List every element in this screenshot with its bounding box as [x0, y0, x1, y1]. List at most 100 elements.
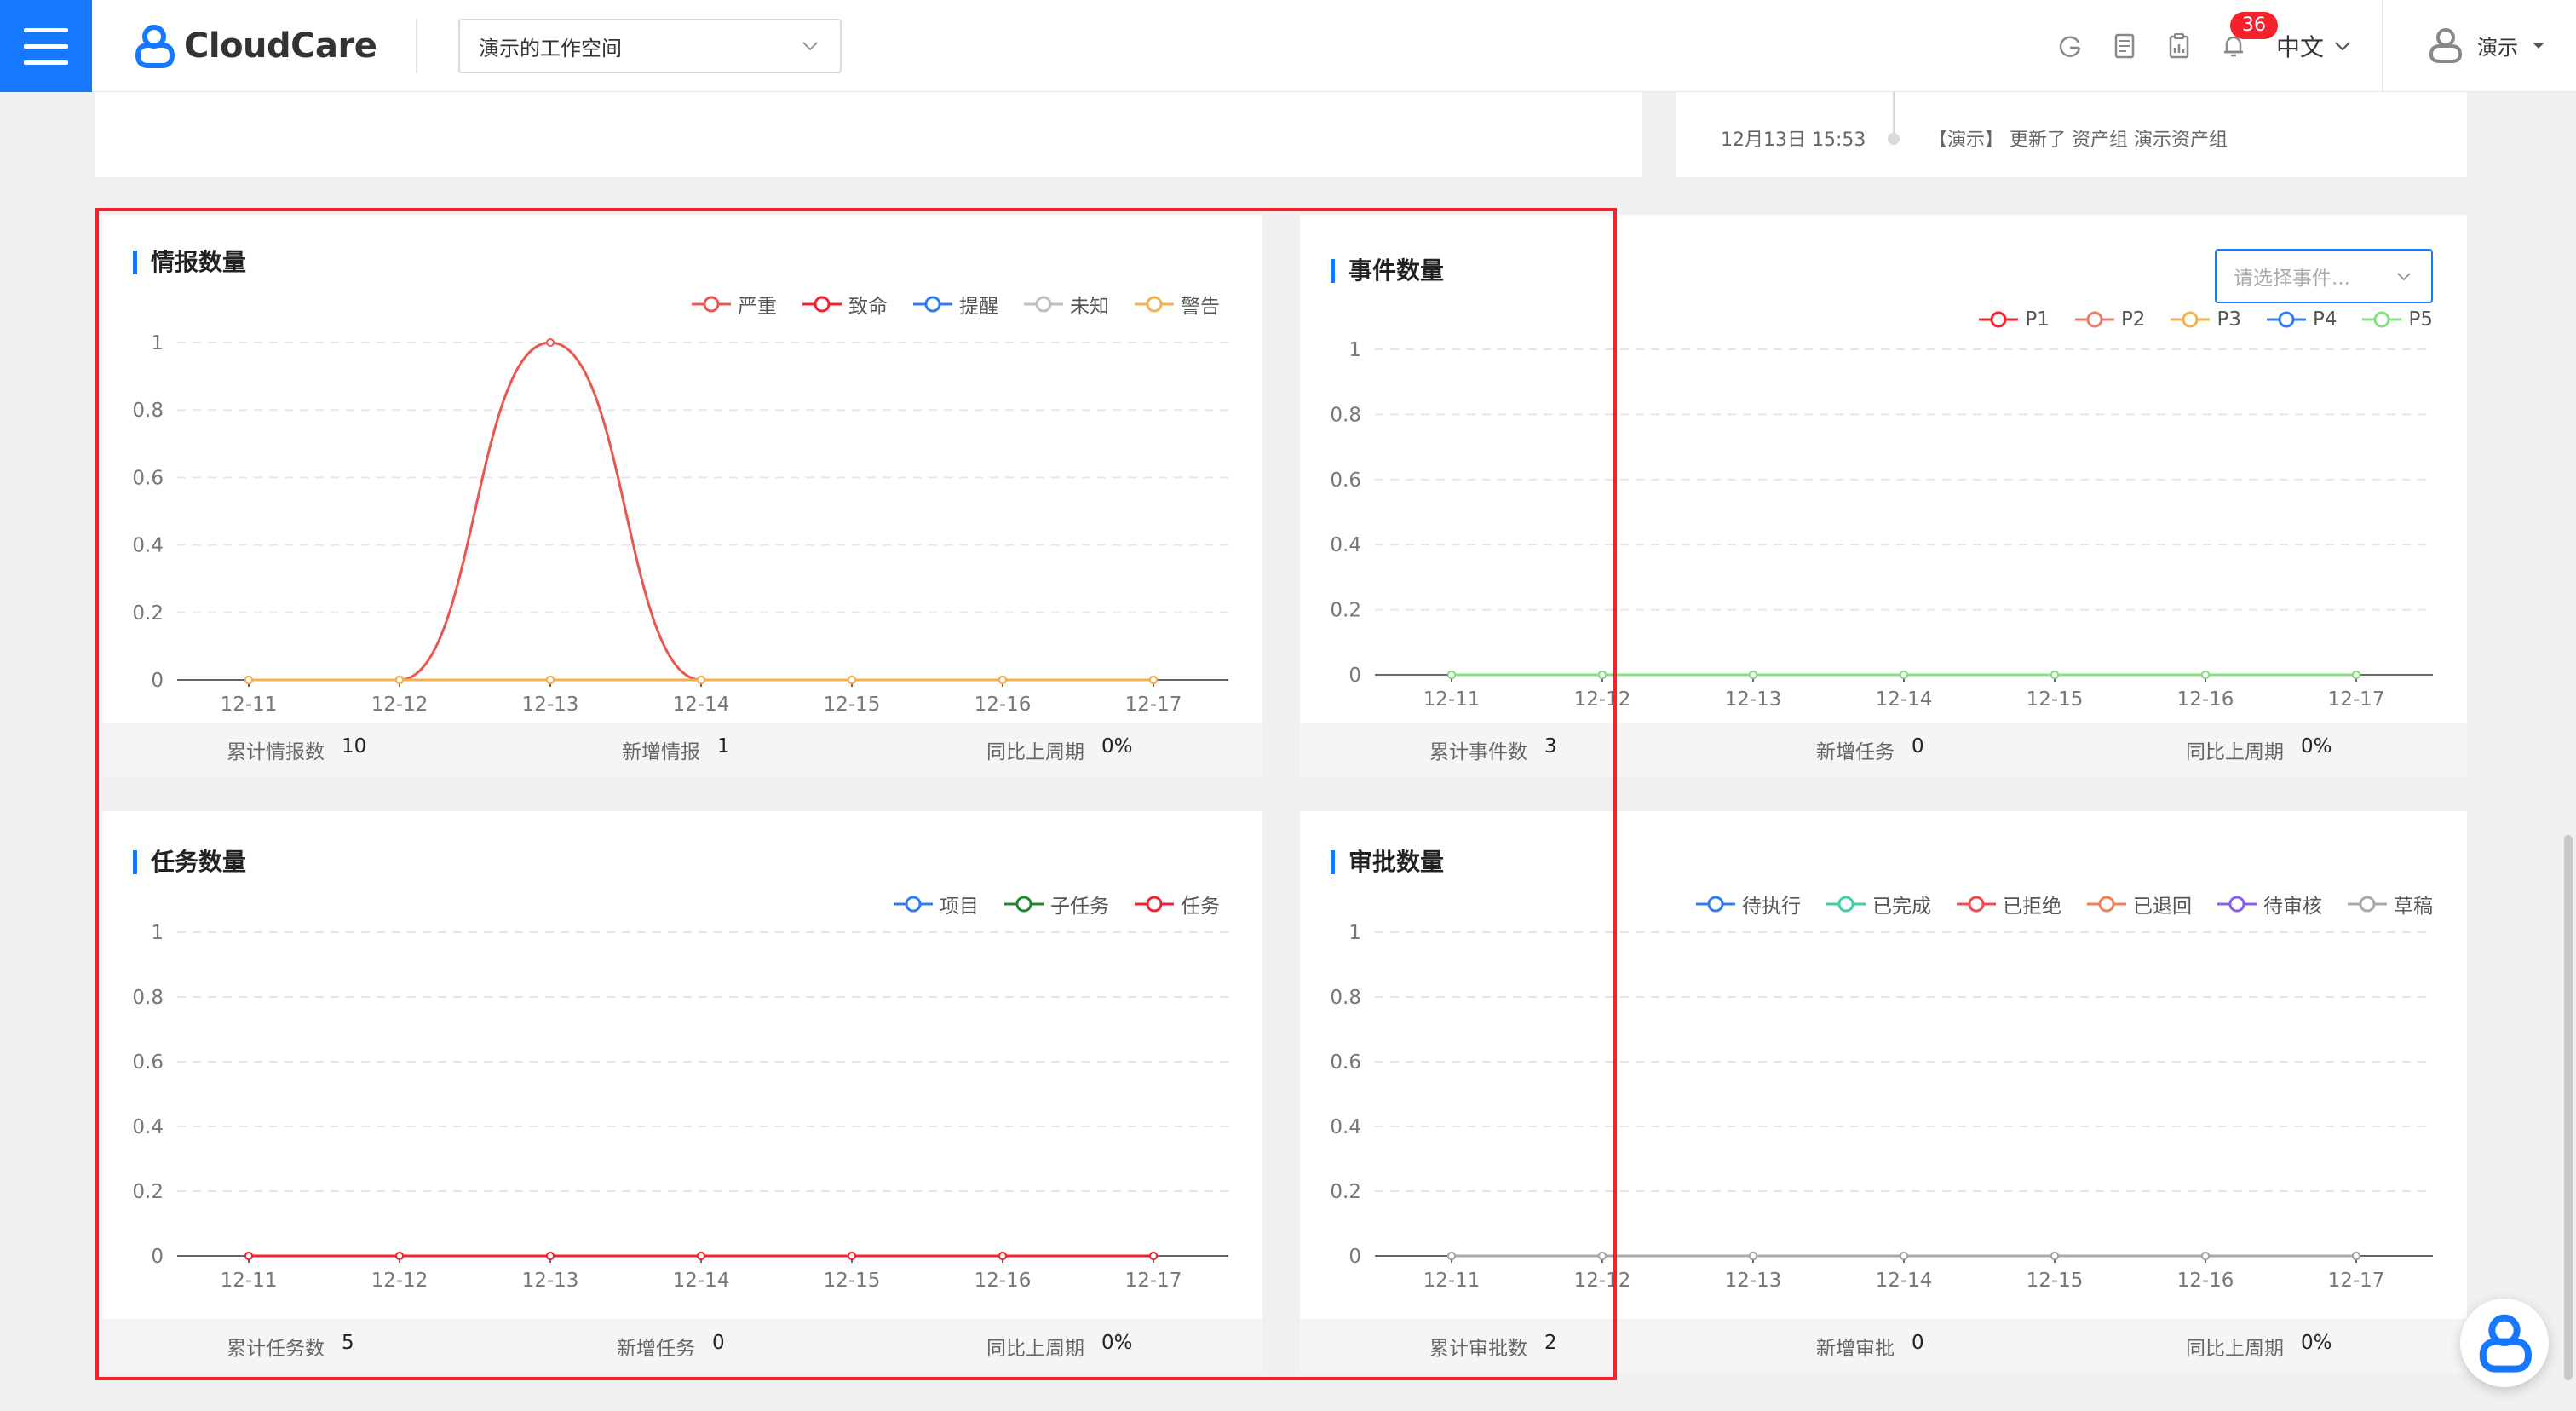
x-tick-label: 12-17 [1125, 694, 1182, 716]
x-tick-label: 12-16 [2177, 1270, 2234, 1292]
language-label: 中文 [2276, 33, 2325, 61]
event-line-chart: 0 0.2 0.4 0.6 0.8 1 12-11 12-12 12-13 12-14 12-15 1… [1330, 339, 2433, 711]
data-point[interactable] [244, 1252, 253, 1260]
cloudcare-logo-icon [135, 25, 175, 68]
data-point[interactable] [395, 676, 404, 684]
data-point[interactable] [546, 676, 555, 684]
data-point[interactable] [2201, 671, 2210, 679]
x-tick-label: 12-16 [2177, 688, 2234, 711]
x-tick-label: 12-12 [1574, 688, 1631, 711]
y-tick-label: 0.4 [1330, 1116, 1361, 1138]
language-select[interactable]: 中文 [2276, 29, 2353, 63]
y-tick-label: 0.8 [132, 987, 164, 1009]
data-point[interactable] [848, 1252, 856, 1260]
event-count-card: 事件数量 请选择事件... P1 P2 P3 P4 P5 0 0.2 0.4 0.6 0.8 1 1… [1300, 215, 2467, 777]
x-tick-label: 12-14 [673, 694, 730, 716]
notification-badge: 36 [2230, 12, 2278, 39]
data-point[interactable] [998, 676, 1007, 684]
stats-bar: 累计情报数 10 新增情报 1 同比上周期 0% [102, 723, 1262, 777]
x-tick-label: 12-12 [371, 1270, 428, 1292]
cloudcare-logo-icon [2479, 1314, 2533, 1373]
timeline-line [1893, 92, 1895, 138]
page-scrollbar[interactable] [2564, 835, 2573, 1380]
refresh-icon[interactable] [2055, 31, 2085, 61]
avatar [2429, 28, 2463, 63]
data-point[interactable] [998, 1252, 1007, 1260]
data-point[interactable] [2352, 671, 2360, 679]
data-point[interactable] [1149, 676, 1158, 684]
data-point[interactable] [848, 676, 856, 684]
data-point[interactable] [1598, 1252, 1607, 1260]
data-point[interactable] [546, 1252, 555, 1260]
y-tick-label: 0.6 [1330, 469, 1361, 492]
approval-count-card: 审批数量 待执行 已完成 已拒绝 已退回 待审核 草稿 0 0.2 0.4 0.6 0.8 1 12-… [1300, 811, 2467, 1374]
intel-count-card: 情报数量 严重 致命 提醒 未知 警告 0 0.2 0.4 0.6 0.8 1 12-11 12-12… [102, 215, 1262, 777]
user-name: 演示 [2477, 35, 2518, 60]
data-point[interactable] [1900, 671, 1908, 679]
top-header: CloudCare 演示的工作空间 36 中文 演示 [0, 0, 2576, 92]
chevron-down-icon [802, 42, 818, 51]
x-tick-label: 12-14 [1876, 688, 1933, 711]
clipboard-chart-icon[interactable] [2164, 31, 2194, 61]
stat-new: 新增任务 0 [617, 1332, 725, 1360]
x-tick-label: 12-11 [221, 694, 278, 716]
x-tick-label: 12-17 [2328, 688, 2385, 711]
x-tick-label: 12-17 [2328, 1270, 2385, 1292]
y-tick-label: 0.8 [132, 400, 164, 422]
stats-bar: 累计任务数 5 新增任务 0 同比上周期 0% [102, 1319, 1262, 1374]
data-point[interactable] [1149, 1252, 1158, 1260]
y-tick-label: 0.6 [1330, 1051, 1361, 1074]
x-tick-label: 12-13 [522, 694, 579, 716]
header-divider [2382, 0, 2383, 92]
y-tick-label: 0.6 [132, 1051, 164, 1074]
assistant-float-button[interactable] [2460, 1299, 2549, 1387]
data-point[interactable] [1598, 671, 1607, 679]
y-tick-label: 0 [151, 670, 164, 692]
data-point[interactable] [1447, 1252, 1456, 1260]
x-tick-label: 12-16 [975, 1270, 1032, 1292]
data-point[interactable] [1749, 671, 1757, 679]
task-count-card: 任务数量 项目 子任务 任务 0 0.2 0.4 0.6 0.8 1 12-11 12-12 12-… [102, 811, 1262, 1374]
y-tick-label: 0.2 [132, 602, 164, 625]
workspace-select[interactable]: 演示的工作空间 [458, 19, 842, 73]
y-tick-label: 0 [1348, 1246, 1361, 1268]
task-line-chart: 0 0.2 0.4 0.6 0.8 1 12-11 12-12 12-13 12-14 12-15 1… [132, 922, 1228, 1292]
data-point[interactable] [697, 1252, 705, 1260]
data-point[interactable] [697, 676, 705, 684]
menu-toggle-button[interactable] [0, 0, 92, 92]
y-tick-label: 0.8 [1330, 404, 1361, 426]
logo[interactable]: CloudCare [131, 22, 377, 70]
timeline-entry[interactable]: 【演示】 更新了 资产组 演示资产组 [1929, 124, 2228, 152]
x-tick-label: 12-17 [1125, 1270, 1182, 1292]
stat-total: 累计审批数 2 [1429, 1332, 1557, 1360]
data-point[interactable] [1447, 671, 1456, 679]
data-point[interactable] [395, 1252, 404, 1260]
y-tick-label: 1 [1348, 339, 1361, 361]
y-tick-label: 1 [151, 922, 164, 944]
data-point[interactable] [2201, 1252, 2210, 1260]
document-icon[interactable] [2109, 31, 2140, 61]
workspace-name: 演示的工作空间 [479, 36, 622, 60]
stat-yoy: 同比上周期 0% [986, 1332, 1133, 1360]
data-point[interactable] [1900, 1252, 1908, 1260]
stat-total: 累计情报数 10 [227, 735, 367, 763]
timeline-time: 12月13日 15:53 [1721, 130, 1866, 151]
stat-yoy: 同比上周期 0% [2186, 735, 2332, 763]
series-line [249, 341, 1153, 682]
data-point[interactable] [244, 676, 253, 684]
data-point[interactable] [2050, 671, 2059, 679]
data-point[interactable] [2050, 1252, 2059, 1260]
stat-total: 累计任务数 5 [227, 1332, 354, 1360]
x-tick-label: 12-15 [2027, 688, 2084, 711]
stats-bar: 累计审批数 2 新增审批 0 同比上周期 0% [1300, 1319, 2467, 1374]
caret-down-icon [2533, 43, 2544, 49]
data-point[interactable] [546, 338, 555, 347]
data-point[interactable] [1749, 1252, 1757, 1260]
stat-yoy: 同比上周期 0% [2186, 1332, 2332, 1360]
user-menu[interactable]: 演示 [2426, 26, 2547, 65]
data-point[interactable] [2352, 1252, 2360, 1260]
x-tick-label: 12-15 [824, 694, 881, 716]
x-tick-label: 12-11 [1423, 1270, 1481, 1292]
activity-timeline-panel: 12月13日 15:53 【演示】 更新了 资产组 演示资产组 [1676, 92, 2467, 177]
logo-text: CloudCare [184, 26, 377, 66]
